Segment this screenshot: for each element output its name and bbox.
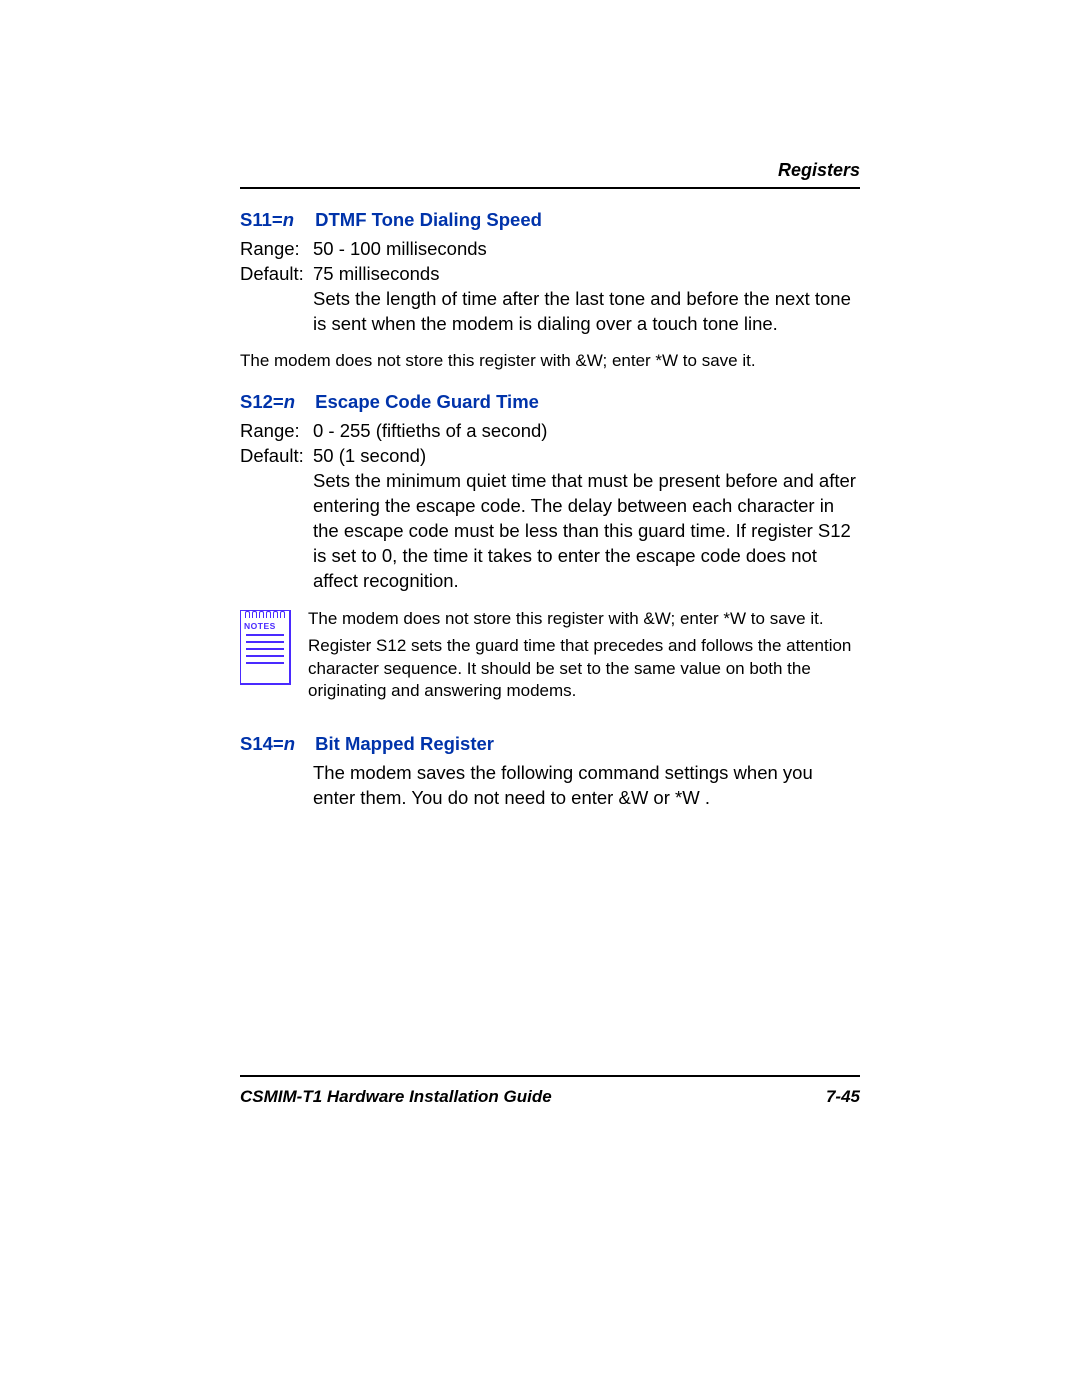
s12-default-label: Default: xyxy=(240,444,313,469)
s12-desc: Sets the minimum quiet time that must be… xyxy=(313,469,860,594)
notes-icon: NOTES xyxy=(240,608,290,708)
s12-heading: S12=n Escape Code Guard Time xyxy=(240,391,860,413)
s12-title: Escape Code Guard Time xyxy=(315,391,539,412)
s11-code: S11= xyxy=(240,209,283,230)
s14-title: Bit Mapped Register xyxy=(315,733,494,754)
s14-heading: S14=n Bit Mapped Register xyxy=(240,733,860,755)
s12-notes: The modem does not store this register w… xyxy=(308,608,860,708)
page-footer: CSMIM-T1 Hardware Installation Guide 7-4… xyxy=(240,1075,860,1107)
s12-note2: Register S12 sets the guard time that pr… xyxy=(308,635,860,704)
s12-default-value: 50 (1 second) xyxy=(313,444,860,469)
s11-range-value: 50 - 100 milliseconds xyxy=(313,237,860,262)
s11-range-label: Range: xyxy=(240,237,313,262)
s14-desc: The modem saves the following command se… xyxy=(313,761,860,811)
s11-heading: S11=n DTMF Tone Dialing Speed xyxy=(240,209,860,231)
s11-var: n xyxy=(283,209,294,230)
s11-desc: Sets the length of time after the last t… xyxy=(313,287,860,337)
s11-default-value: 75 milliseconds xyxy=(313,262,860,287)
s12-code: S12= xyxy=(240,391,284,412)
s12-note1: The modem does not store this register w… xyxy=(308,608,860,631)
s12-var: n xyxy=(284,391,295,412)
s14-code: S14= xyxy=(240,733,284,754)
s11-title: DTMF Tone Dialing Speed xyxy=(315,209,542,230)
section-header: Registers xyxy=(240,160,860,189)
footer-page-number: 7-45 xyxy=(826,1087,860,1107)
notes-icon-label: NOTES xyxy=(241,619,289,634)
s11-note: The modem does not store this register w… xyxy=(240,351,860,371)
s12-range-label: Range: xyxy=(240,419,313,444)
s11-default-label: Default: xyxy=(240,262,313,287)
s14-var: n xyxy=(284,733,295,754)
footer-doc-title: CSMIM-T1 Hardware Installation Guide xyxy=(240,1087,552,1107)
s12-range-value: 0 - 255 (fiftieths of a second) xyxy=(313,419,860,444)
